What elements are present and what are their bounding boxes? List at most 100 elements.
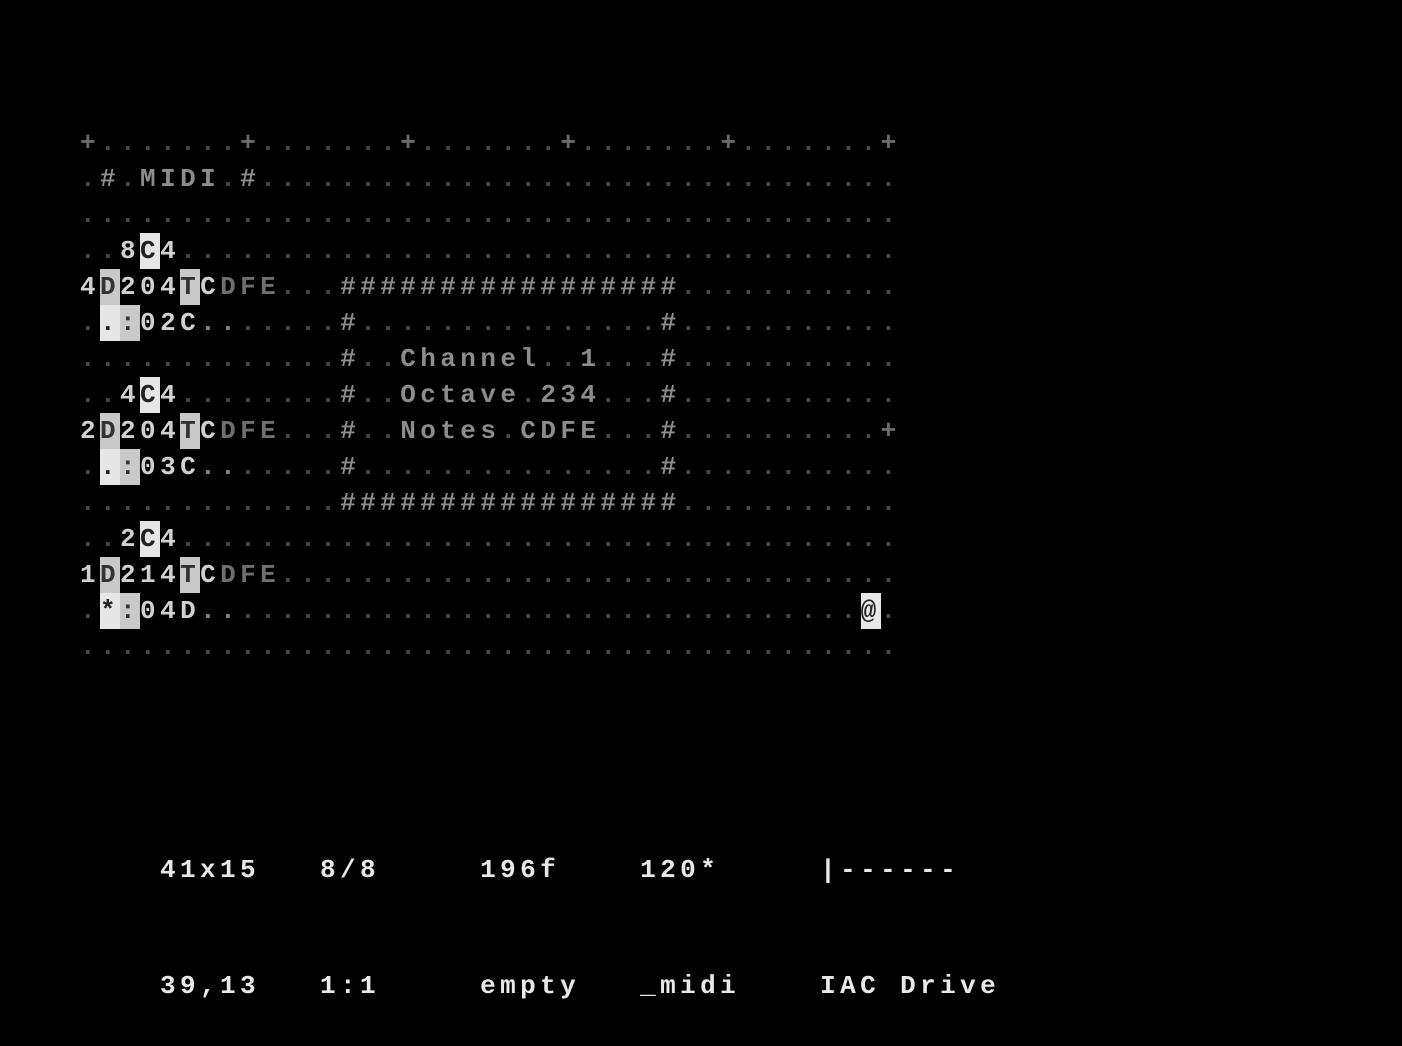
grid-cell[interactable]: t	[440, 413, 460, 449]
grid-dot[interactable]: .	[160, 629, 180, 665]
grid-cell[interactable]: n	[480, 341, 500, 377]
grid-dot[interactable]: .	[680, 449, 700, 485]
grid-dot[interactable]: .	[360, 377, 380, 413]
grid-dot[interactable]: .	[500, 305, 520, 341]
grid-dot[interactable]: .	[781, 557, 801, 593]
grid-dot[interactable]: .	[781, 629, 801, 665]
grid-cell[interactable]: 0	[140, 305, 160, 341]
grid-dot[interactable]: .	[140, 197, 160, 233]
grid-dot[interactable]: .	[220, 125, 240, 161]
grid-cell[interactable]: T	[180, 269, 200, 305]
grid-dot[interactable]: .	[380, 521, 400, 557]
grid-cell[interactable]: .	[220, 305, 240, 341]
grid-cell[interactable]: #	[340, 485, 360, 521]
grid-dot[interactable]: .	[841, 125, 861, 161]
grid-dot[interactable]: .	[861, 233, 881, 269]
grid-dot[interactable]: .	[861, 377, 881, 413]
grid-dot[interactable]: .	[761, 593, 781, 629]
grid-dot[interactable]: .	[120, 341, 140, 377]
grid-dot[interactable]: .	[340, 125, 360, 161]
grid-dot[interactable]: .	[761, 269, 781, 305]
grid-dot[interactable]: .	[741, 161, 761, 197]
grid-dot[interactable]: .	[480, 161, 500, 197]
grid-dot[interactable]: .	[801, 233, 821, 269]
grid-cell[interactable]: E	[260, 269, 280, 305]
grid-cell[interactable]: #	[440, 269, 460, 305]
grid-dot[interactable]: .	[660, 125, 680, 161]
grid-dot[interactable]: .	[660, 197, 680, 233]
grid-dot[interactable]: .	[260, 593, 280, 629]
grid-dot[interactable]: .	[360, 557, 380, 593]
grid-dot[interactable]: .	[841, 629, 861, 665]
grid-dot[interactable]: .	[260, 125, 280, 161]
grid-cell[interactable]: +	[80, 125, 100, 161]
grid-dot[interactable]: .	[300, 305, 320, 341]
grid-dot[interactable]: .	[580, 521, 600, 557]
grid-dot[interactable]: .	[640, 161, 660, 197]
grid-dot[interactable]: .	[260, 305, 280, 341]
grid-cell[interactable]: D	[220, 269, 240, 305]
grid-cell[interactable]: e	[500, 377, 520, 413]
grid-dot[interactable]: .	[80, 521, 100, 557]
grid-cell[interactable]: +	[721, 125, 741, 161]
grid-dot[interactable]: .	[801, 557, 821, 593]
grid-dot[interactable]: .	[801, 377, 821, 413]
grid-dot[interactable]: .	[300, 413, 320, 449]
grid-dot[interactable]: .	[660, 557, 680, 593]
grid-cell[interactable]: +	[240, 125, 260, 161]
grid-cell[interactable]: n	[460, 341, 480, 377]
grid-cell[interactable]: #	[660, 269, 680, 305]
grid-dot[interactable]: .	[380, 125, 400, 161]
grid-dot[interactable]: .	[480, 593, 500, 629]
grid-dot[interactable]: .	[100, 485, 120, 521]
grid-dot[interactable]: .	[680, 341, 700, 377]
grid-dot[interactable]: .	[700, 521, 720, 557]
grid-dot[interactable]: .	[240, 593, 260, 629]
grid-cell[interactable]: D	[220, 557, 240, 593]
grid-dot[interactable]: .	[400, 449, 420, 485]
grid-dot[interactable]: .	[741, 449, 761, 485]
grid-dot[interactable]: .	[801, 341, 821, 377]
grid-dot[interactable]: .	[761, 449, 781, 485]
grid-dot[interactable]: .	[380, 161, 400, 197]
grid-dot[interactable]: .	[280, 557, 300, 593]
grid-dot[interactable]: .	[300, 521, 320, 557]
grid-dot[interactable]: .	[700, 125, 720, 161]
grid-dot[interactable]: .	[520, 305, 540, 341]
grid-cell[interactable]: 0	[140, 593, 160, 629]
grid-dot[interactable]: .	[160, 125, 180, 161]
grid-dot[interactable]: .	[761, 557, 781, 593]
grid-cell[interactable]: I	[160, 161, 180, 197]
grid-dot[interactable]: .	[761, 629, 781, 665]
grid-dot[interactable]: .	[881, 161, 901, 197]
grid-dot[interactable]: .	[881, 197, 901, 233]
grid-cell[interactable]: E	[580, 413, 600, 449]
grid-dot[interactable]: .	[320, 593, 340, 629]
grid-dot[interactable]: .	[841, 233, 861, 269]
grid-dot[interactable]: .	[801, 161, 821, 197]
grid-dot[interactable]: .	[280, 593, 300, 629]
grid-dot[interactable]: .	[140, 125, 160, 161]
grid-dot[interactable]: .	[80, 305, 100, 341]
grid-cell[interactable]: D	[100, 269, 120, 305]
grid-dot[interactable]: .	[680, 377, 700, 413]
grid-dot[interactable]: .	[320, 341, 340, 377]
grid-dot[interactable]: .	[560, 233, 580, 269]
grid-dot[interactable]: .	[80, 161, 100, 197]
grid-dot[interactable]: .	[620, 161, 640, 197]
grid-cell[interactable]: #	[580, 269, 600, 305]
grid-cell[interactable]: h	[420, 341, 440, 377]
grid-dot[interactable]: .	[700, 629, 720, 665]
grid-dot[interactable]: .	[721, 341, 741, 377]
grid-cell[interactable]: l	[520, 341, 540, 377]
grid-cell[interactable]: 2	[120, 557, 140, 593]
grid-dot[interactable]: .	[761, 305, 781, 341]
grid-dot[interactable]: .	[700, 557, 720, 593]
grid-cell[interactable]: #	[460, 485, 480, 521]
grid-dot[interactable]: .	[640, 197, 660, 233]
grid-dot[interactable]: .	[440, 629, 460, 665]
grid-dot[interactable]: .	[821, 629, 841, 665]
grid-cell[interactable]: F	[560, 413, 580, 449]
grid-cell[interactable]: #	[420, 485, 440, 521]
grid-dot[interactable]: .	[120, 125, 140, 161]
